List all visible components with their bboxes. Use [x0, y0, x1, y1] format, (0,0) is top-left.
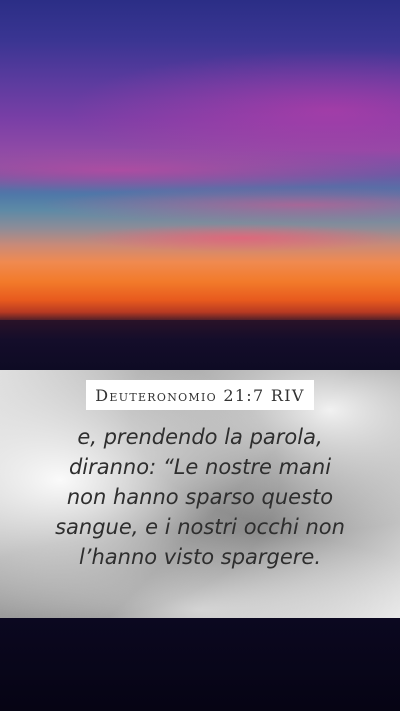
verse-line: sangue, e i nostri occhi non: [55, 515, 345, 539]
verse-line: diranno: “Le nostre mani: [68, 455, 332, 479]
verse-line: e, prendendo la parola,: [77, 425, 323, 449]
verse-reference: Deuteronomio 21:7 RIV: [95, 385, 305, 405]
verse-wallpaper: Deuteronomio 21:7 RIV e, prendendo la pa…: [0, 0, 400, 711]
horizon-band: [0, 320, 400, 370]
verse-line: l’hanno visto spargere.: [78, 545, 322, 569]
verse-text: e, prendendo la parola, diranno: “Le nos…: [20, 422, 380, 572]
verse-line: non hanno sparso questo: [66, 485, 334, 509]
verse-reference-badge: Deuteronomio 21:7 RIV: [86, 380, 314, 410]
bottom-dark-band: [0, 618, 400, 711]
sunset-sky-photo: [0, 0, 400, 370]
